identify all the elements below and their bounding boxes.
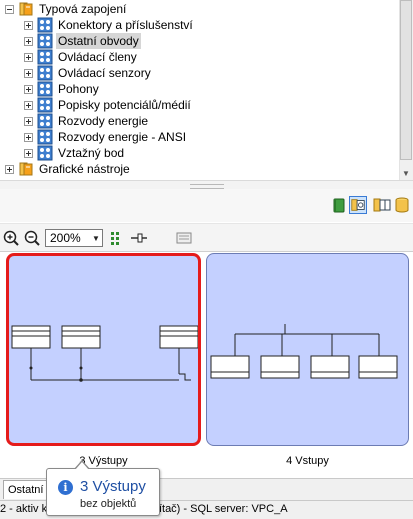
expand-icon[interactable] [24, 148, 33, 158]
scroll-down-arrow-icon[interactable]: ▼ [399, 166, 413, 180]
tooltip-pointer-fill [75, 462, 89, 470]
database-icon[interactable] [393, 196, 411, 214]
component-group-icon [37, 113, 53, 129]
tree-item[interactable]: Pohony [24, 81, 101, 97]
expand-icon[interactable] [24, 68, 33, 78]
tree-panel: Typová zapojení Konektory a příslušenství… [0, 0, 399, 180]
tree-item-label: Rozvody energie - ANSI [58, 130, 187, 144]
component-group-icon [37, 145, 53, 161]
zoom-select[interactable]: 200% ▼ [45, 229, 103, 247]
component-group-icon [37, 49, 53, 65]
tree-item[interactable]: Rozvody energie - ANSI [24, 129, 188, 145]
tab-ostatni[interactable]: Ostatní [3, 480, 49, 499]
grid-icon[interactable] [108, 229, 126, 247]
macro-label: 3 Výstupy [79, 455, 128, 467]
component-group-icon [37, 33, 53, 49]
macro-schematic [11, 325, 199, 382]
expand-icon[interactable] [24, 52, 33, 62]
tree-item[interactable]: Rozvody energie [24, 113, 150, 129]
tree-item-label: Konektory a příslušenství [58, 18, 193, 32]
tree-item-label: Popisky potenciálů/médií [58, 98, 191, 112]
tree-item[interactable]: Vztažný bod [24, 145, 126, 161]
macro-label: 4 Vstupy [286, 455, 329, 467]
expand-icon[interactable] [24, 116, 33, 126]
expand-icon[interactable] [24, 36, 33, 46]
collapse-icon[interactable] [5, 4, 14, 14]
expand-icon[interactable] [24, 132, 33, 142]
macro-schematic [210, 324, 398, 379]
tree-item-label: Pohony [58, 82, 99, 96]
tree-item-label: Ovládací členy [58, 50, 137, 64]
info-icon: i [58, 480, 73, 495]
tree-item[interactable]: Konektory a příslušenství [24, 17, 195, 33]
tree-item[interactable]: Grafické nástroje [5, 161, 132, 177]
component-group-icon [37, 81, 53, 97]
tree-scrollbar-thumb[interactable] [400, 0, 412, 160]
pin-icon[interactable] [130, 229, 148, 247]
component-group-icon [37, 97, 53, 113]
tooltip-title: 3 Výstupy [80, 478, 146, 495]
preview-icon[interactable] [175, 229, 193, 247]
green-book-icon[interactable] [330, 196, 348, 214]
tree-item[interactable]: Ostatní obvody [24, 33, 141, 49]
tree-item[interactable]: Ovládací členy [24, 49, 139, 65]
component-group-icon [37, 65, 53, 81]
macro-view-icon[interactable] [349, 196, 367, 214]
zoom-out-icon[interactable] [23, 229, 41, 247]
tree-item[interactable]: Popisky potenciálů/médií [24, 97, 193, 113]
expand-icon[interactable] [24, 100, 33, 110]
component-group-icon [37, 17, 53, 33]
tree-item[interactable]: Ovládací senzory [24, 65, 153, 81]
expand-icon[interactable] [24, 20, 33, 30]
tooltip-subtitle: bez objektů [80, 498, 137, 510]
component-group-icon [37, 129, 53, 145]
macro-tile[interactable] [206, 253, 409, 446]
tree-item-label: Typová zapojení [39, 2, 127, 16]
tree-item-label: Grafické nástroje [39, 162, 130, 176]
expand-icon[interactable] [5, 164, 14, 174]
zoom-value: 200% [50, 231, 81, 245]
chevron-down-icon[interactable]: ▼ [90, 234, 102, 243]
tree-item-label: Ostatní obvody [56, 33, 141, 49]
zoom-in-icon[interactable] [2, 229, 20, 247]
macro-multi-icon[interactable] [373, 196, 391, 214]
tree-item-label: Rozvody energie [58, 114, 149, 128]
tree-item-label: Ovládací senzory [58, 66, 151, 80]
expand-icon[interactable] [24, 84, 33, 94]
tree-item[interactable]: Typová zapojení [5, 1, 128, 17]
tree-item-label: Vztažný bod [58, 146, 125, 160]
book-folder-icon [19, 2, 33, 16]
macro-tile-selected[interactable] [6, 253, 201, 446]
book-folder-icon [19, 162, 33, 176]
